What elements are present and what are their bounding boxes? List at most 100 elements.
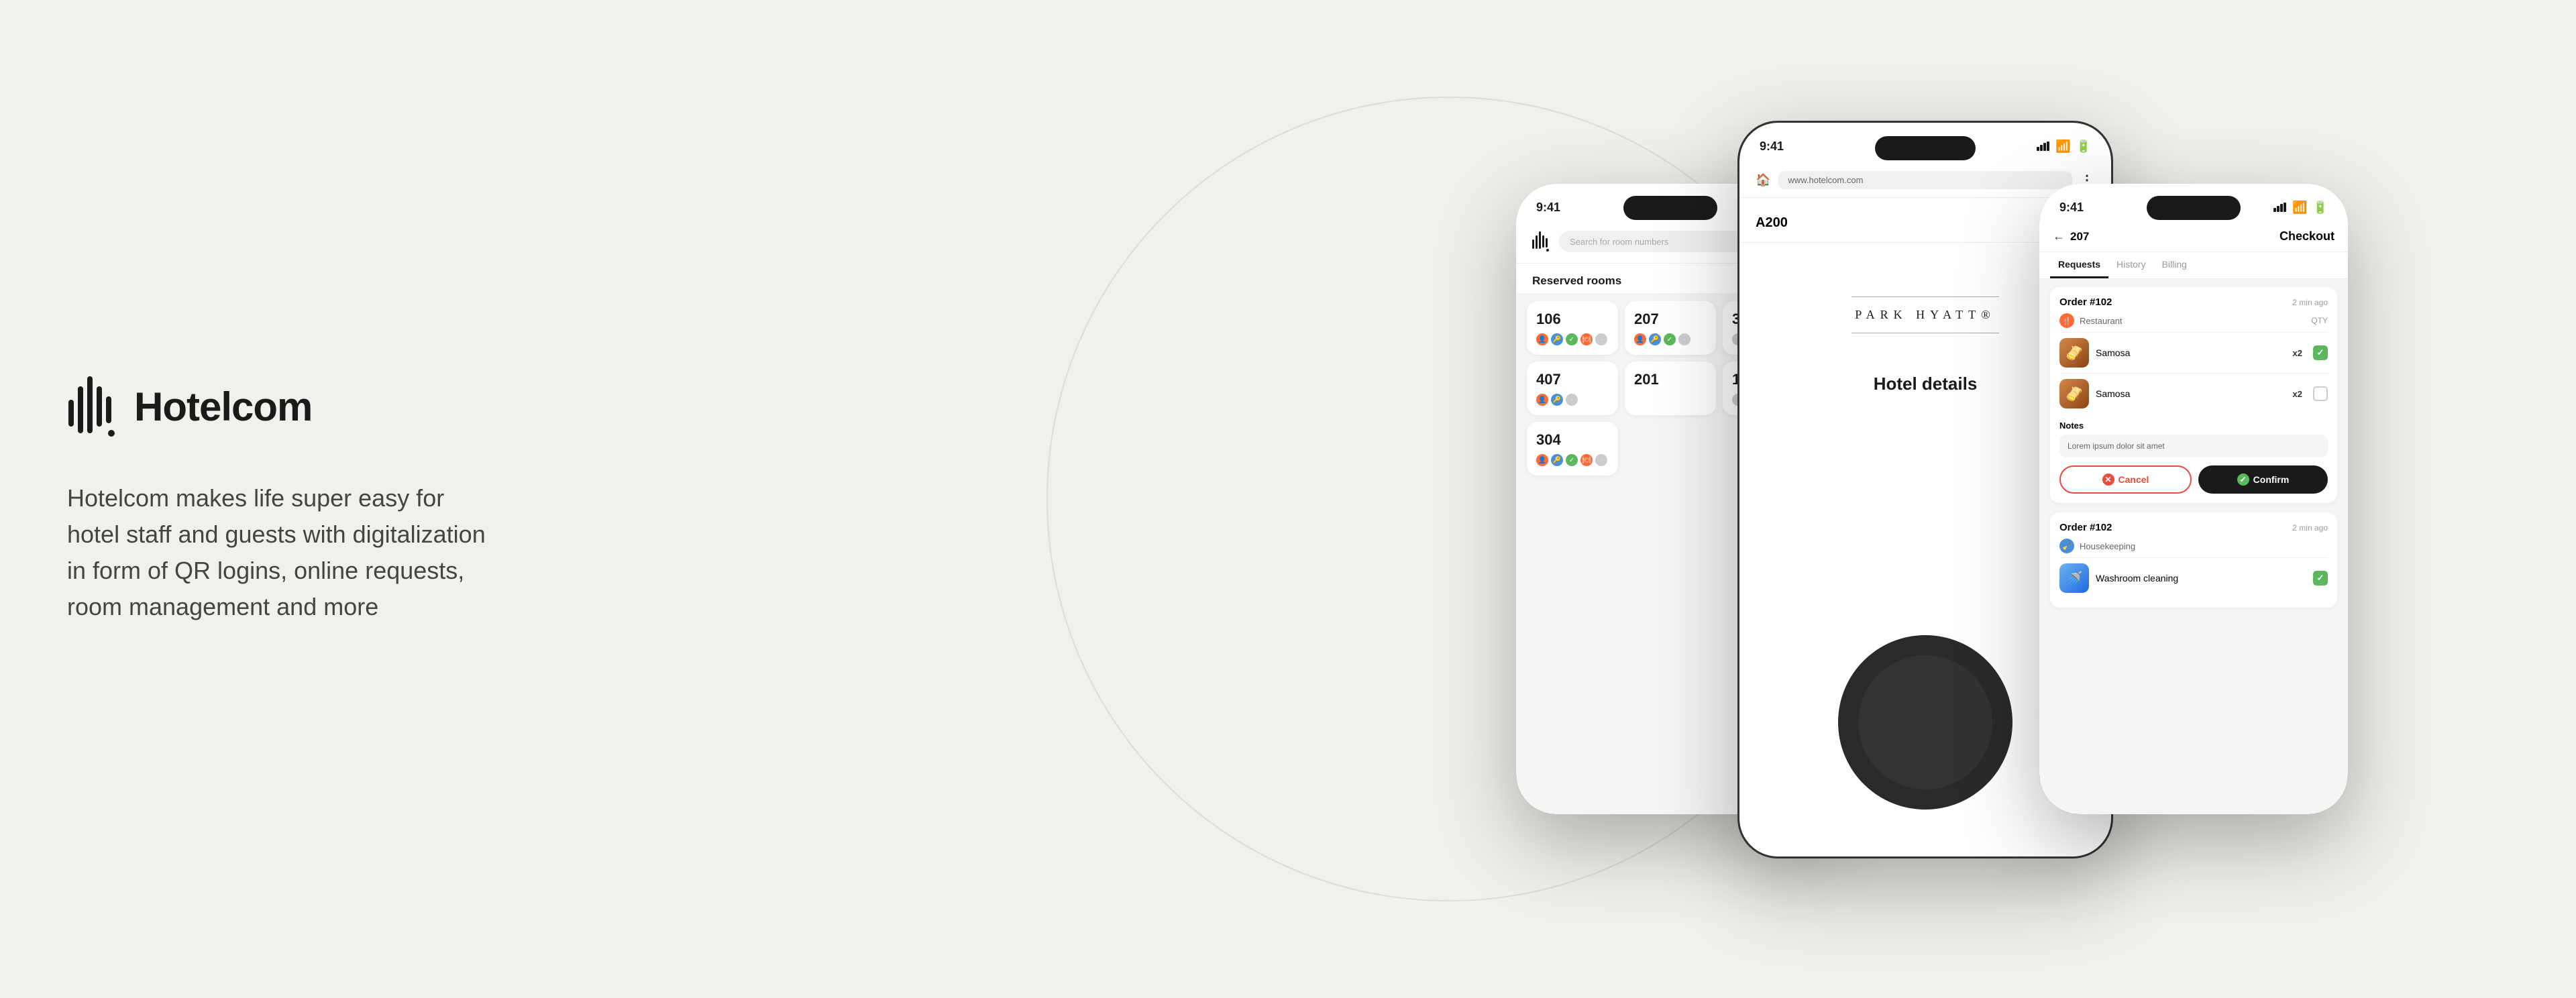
phone2-notch — [1875, 136, 1976, 160]
room-icons-304: 👤 🔑 ✓ 🍽 · — [1536, 454, 1609, 466]
phone1-time: 9:41 — [1536, 201, 1560, 215]
logo-text: Hotelcom — [134, 384, 312, 430]
order2-time: 2 min ago — [2292, 523, 2328, 533]
room-number-201: 201 — [1634, 371, 1707, 388]
reserved-rooms-title: Reserved rooms — [1532, 274, 1621, 287]
phone2-signal-icon — [2037, 142, 2050, 151]
phone2-status-icons: 📶 🔋 — [2037, 140, 2091, 154]
tab-billing[interactable]: Billing — [2154, 252, 2195, 278]
room-back-number: 207 — [2070, 230, 2089, 243]
url-text: www.hotelcom.com — [1788, 175, 1863, 185]
hotel-details-title: Hotel details — [1874, 374, 1978, 394]
tab-requests[interactable]: Requests — [2050, 252, 2108, 278]
phone3-signal-icon — [2273, 203, 2287, 212]
phones-area: 9:41 📶 🔋 — [966, 0, 2576, 998]
icon-check: ✓ — [1664, 333, 1676, 345]
checkout-body: Order #102 2 min ago 🍴 Restaurant QTY 🫔 … — [2039, 279, 2348, 802]
hotel-brand-name: PARK HYATT® — [1855, 308, 1996, 322]
back-nav[interactable]: ← 207 — [2053, 229, 2089, 243]
checkout-tabs: Requests History Billing — [2039, 252, 2348, 279]
item-name-samosa-1: Samosa — [2096, 347, 2286, 358]
room-card-407[interactable]: 407 👤 🔑 · — [1527, 362, 1618, 415]
item-qty-1: x2 — [2293, 348, 2302, 358]
back-arrow-icon[interactable]: ← — [2053, 229, 2065, 243]
icon-person: 👤 — [1634, 333, 1646, 345]
phone3-notch — [2147, 196, 2241, 220]
phone3-status-icons: 📶 🔋 — [2273, 201, 2328, 215]
phone2-wifi-icon: 📶 — [2055, 140, 2070, 154]
phone3-screen: 9:41 📶 🔋 ← 207 Che — [2039, 184, 2348, 814]
restaurant-category-icon: 🍴 — [2059, 313, 2074, 328]
item-qty-2: x2 — [2293, 389, 2302, 399]
icon-check: ✓ — [1566, 333, 1578, 345]
room-card-304[interactable]: 304 👤 🔑 ✓ 🍽 · — [1527, 422, 1618, 476]
left-section: Hotelcom Hotelcom makes life super easy … — [67, 373, 537, 625]
icon-person: 👤 — [1536, 333, 1548, 345]
cancel-order-button[interactable]: ✕ Cancel — [2059, 465, 2192, 494]
icon-person: 👤 — [1536, 394, 1548, 406]
samosa-image-2: 🫔 — [2059, 379, 2089, 408]
order1-category: 🍴 Restaurant QTY — [2059, 313, 2328, 328]
cancel-label: Cancel — [2118, 474, 2149, 485]
order1-header: Order #102 2 min ago — [2059, 296, 2328, 308]
room-number-207: 207 — [1634, 311, 1707, 328]
icon-misc: · — [1595, 333, 1607, 345]
washroom-item-name: Washroom cleaning — [2096, 573, 2306, 584]
order1-category-label: Restaurant — [2080, 316, 2123, 326]
phone2-time: 9:41 — [1760, 140, 1784, 154]
confirm-order-button[interactable]: ✓ Confirm — [2198, 465, 2328, 494]
phone3-time: 9:41 — [2059, 201, 2084, 215]
logo-area: Hotelcom — [67, 373, 537, 440]
item-name-samosa-2: Samosa — [2096, 388, 2286, 399]
order1-time: 2 min ago — [2292, 298, 2328, 307]
tagline-text: Hotelcom makes life super easy for hotel… — [67, 480, 503, 625]
phone-checkout: 9:41 📶 🔋 ← 207 Che — [2039, 184, 2348, 814]
icon-misc: · — [1566, 394, 1578, 406]
icon-key: 🔑 — [1551, 394, 1563, 406]
order-item-washroom: 🚿 Washroom cleaning ✓ — [2059, 557, 2328, 598]
room-number-407: 407 — [1536, 371, 1609, 388]
order1-actions: ✕ Cancel ✓ Confirm — [2059, 465, 2328, 494]
icon-food: 🍽 — [1580, 333, 1593, 345]
washroom-check[interactable]: ✓ — [2313, 571, 2328, 586]
room-card-207[interactable]: 207 👤 🔑 ✓ · — [1625, 301, 1716, 355]
cancel-x-icon: ✕ — [2102, 474, 2114, 486]
room-icons-207: 👤 🔑 ✓ · — [1634, 333, 1707, 345]
checkout-page-title: Checkout — [2279, 229, 2334, 243]
samosa-image-1: 🫔 — [2059, 338, 2089, 368]
hotel-logo-line-top — [1851, 296, 1999, 297]
room-id: A200 — [1756, 215, 1788, 231]
order-2-card: Order #102 2 min ago 🧹 Housekeeping 🚿 Wa… — [2050, 512, 2337, 608]
icon-key: 🔑 — [1551, 333, 1563, 345]
url-bar[interactable]: www.hotelcom.com — [1778, 171, 2072, 189]
room-card-106[interactable]: 106 👤 🔑 ✓ 🍽 · — [1527, 301, 1618, 355]
order2-number: Order #102 — [2059, 522, 2112, 533]
order-item-samosa-2: 🫔 Samosa x2 — [2059, 373, 2328, 414]
order2-category-label: Housekeeping — [2080, 541, 2135, 551]
search-placeholder: Search for room numbers — [1570, 237, 1668, 247]
order-1-card: Order #102 2 min ago 🍴 Restaurant QTY 🫔 … — [2050, 287, 2337, 503]
home-icon[interactable]: 🏠 — [1756, 173, 1770, 187]
tab-history[interactable]: History — [2108, 252, 2154, 278]
confirm-label: Confirm — [2253, 474, 2290, 485]
qty-header: QTY — [2311, 316, 2328, 325]
icon-misc: · — [1678, 333, 1690, 345]
room-card-201[interactable]: 201 — [1625, 362, 1716, 415]
item-check-2[interactable] — [2313, 386, 2328, 401]
icon-misc: · — [1595, 454, 1607, 466]
confirm-check-icon: ✓ — [2237, 474, 2249, 486]
notes-label: Notes — [2059, 421, 2328, 431]
hotel-circle-graphic — [1831, 628, 2019, 816]
order2-header: Order #102 2 min ago — [2059, 522, 2328, 533]
icon-food: 🍽 — [1580, 454, 1593, 466]
phone2-battery-icon: 🔋 — [2076, 140, 2091, 154]
order1-number: Order #102 — [2059, 296, 2112, 308]
order-item-samosa-1: 🫔 Samosa x2 ✓ — [2059, 332, 2328, 373]
notes-section: Notes Lorem ipsum dolor sit amet — [2059, 421, 2328, 457]
icon-key: 🔑 — [1649, 333, 1661, 345]
phone3-battery-icon: 🔋 — [2313, 201, 2328, 215]
icon-key: 🔑 — [1551, 454, 1563, 466]
item-check-1[interactable]: ✓ — [2313, 345, 2328, 360]
notes-content: Lorem ipsum dolor sit amet — [2059, 435, 2328, 457]
room-icons-106: 👤 🔑 ✓ 🍽 · — [1536, 333, 1609, 345]
